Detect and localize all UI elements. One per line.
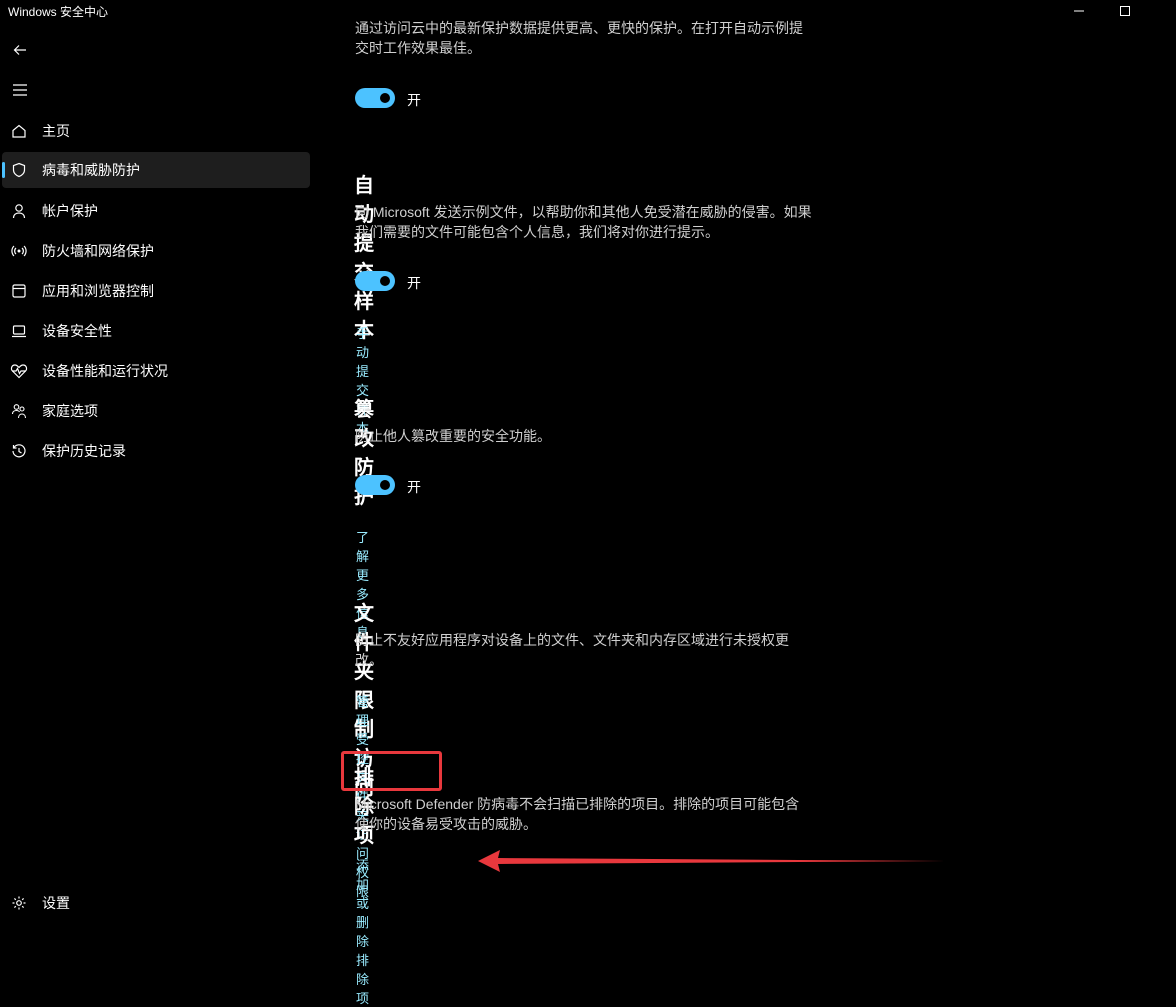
toggle-knob <box>380 276 390 286</box>
sidebar-item-family[interactable]: 家庭选项 <box>2 393 310 429</box>
sidebar-item-virus-protection[interactable]: 病毒和威胁防护 <box>2 152 310 188</box>
folder-access-description: 防止不友好应用程序对设备上的文件、文件夹和内存区域进行未授权更 改。 <box>355 630 855 670</box>
sidebar-item-device-security[interactable]: 设备安全性 <box>2 313 310 349</box>
sidebar-item-history[interactable]: 保护历史记录 <box>2 433 310 469</box>
cloud-protection-description: 通过访问云中的最新保护数据提供更高、更快的保护。在打开自动示例提 交时工作效果最… <box>355 18 855 58</box>
window-title: Windows 安全中心 <box>8 5 109 19</box>
sidebar-item-label: 设备安全性 <box>42 323 112 339</box>
sidebar-item-firewall[interactable]: 防火墙和网络保护 <box>2 233 310 269</box>
toggle-knob <box>380 480 390 490</box>
sidebar-item-settings[interactable]: 设置 <box>2 885 310 921</box>
history-icon <box>9 441 29 461</box>
cloud-protection-toggle[interactable] <box>355 88 395 108</box>
sidebar-item-label: 主页 <box>42 123 70 139</box>
description-line: 防止不友好应用程序对设备上的文件、文件夹和内存区域进行未授权更 <box>355 632 789 648</box>
section-title: 自动提交样本 <box>354 175 374 342</box>
active-indicator <box>2 162 5 178</box>
sidebar-item-home[interactable]: 主页 <box>2 113 310 149</box>
description-line: 我们需要的文件可能包含个人信息，我们将对你进行提示。 <box>355 224 719 240</box>
hamburger-icon <box>13 84 27 96</box>
sidebar-item-label: 应用和浏览器控制 <box>42 283 154 299</box>
auto-submit-toggle[interactable] <box>355 271 395 291</box>
annotation-arrow <box>478 850 945 872</box>
sidebar-item-label: 设置 <box>42 895 70 911</box>
gear-icon <box>9 893 29 913</box>
sidebar-item-app-browser[interactable]: 应用和浏览器控制 <box>2 273 310 309</box>
wireless-icon <box>9 241 29 261</box>
auto-submit-description: 向 Microsoft 发送示例文件，以帮助你和其他人免受潜在威胁的侵害。如果 … <box>355 202 855 242</box>
laptop-icon <box>9 321 29 341</box>
app-window-icon <box>9 281 29 301</box>
sidebar-item-label: 设备性能和运行状况 <box>42 363 168 379</box>
sidebar-item-label: 保护历史记录 <box>42 443 126 459</box>
description-line: 改。 <box>355 652 383 668</box>
sidebar-item-label: 防火墙和网络保护 <box>42 243 154 259</box>
minimize-icon <box>1074 10 1084 12</box>
tamper-description: 防止他人篡改重要的安全功能。 <box>355 428 551 444</box>
toggle-state-label: 开 <box>407 479 421 495</box>
sidebar-item-label: 家庭选项 <box>42 403 98 419</box>
description-line: 向 Microsoft 发送示例文件，以帮助你和其他人免受潜在威胁的侵害。如果 <box>355 204 812 220</box>
sidebar-item-device-health[interactable]: 设备性能和运行状况 <box>2 353 310 389</box>
heart-pulse-icon <box>9 361 29 381</box>
description-line: 通过访问云中的最新保护数据提供更高、更快的保护。在打开自动示例提 <box>355 20 803 36</box>
back-arrow-icon <box>13 45 26 55</box>
hamburger-menu-button[interactable] <box>10 80 30 100</box>
toggle-state-label: 开 <box>407 92 421 108</box>
home-icon <box>9 121 29 141</box>
family-icon <box>9 401 29 421</box>
shield-icon <box>9 160 29 180</box>
exclusions-description: Microsoft Defender 防病毒不会扫描已排除的项目。排除的项目可能… <box>355 794 855 834</box>
tamper-protection-toggle[interactable] <box>355 475 395 495</box>
add-remove-exclusions-link[interactable]: 添加或删除排除项 <box>356 855 369 1007</box>
minimize-button[interactable] <box>1056 0 1102 22</box>
maximize-button[interactable] <box>1102 0 1148 22</box>
toggle-knob <box>380 93 390 103</box>
description-line: Microsoft Defender 防病毒不会扫描已排除的项目。排除的项目可能… <box>355 796 800 812</box>
sidebar-item-label: 病毒和威胁防护 <box>42 162 140 178</box>
toggle-state-label: 开 <box>407 275 421 291</box>
annotation-highlight-box <box>341 751 442 791</box>
maximize-icon <box>1120 6 1130 16</box>
person-icon <box>9 201 29 221</box>
description-line: 使你的设备易受攻击的威胁。 <box>355 816 537 832</box>
sidebar-item-account[interactable]: 帐户保护 <box>2 193 310 229</box>
sidebar-item-label: 帐户保护 <box>42 203 98 219</box>
back-button[interactable] <box>10 40 30 60</box>
description-line: 交时工作效果最佳。 <box>355 40 481 56</box>
